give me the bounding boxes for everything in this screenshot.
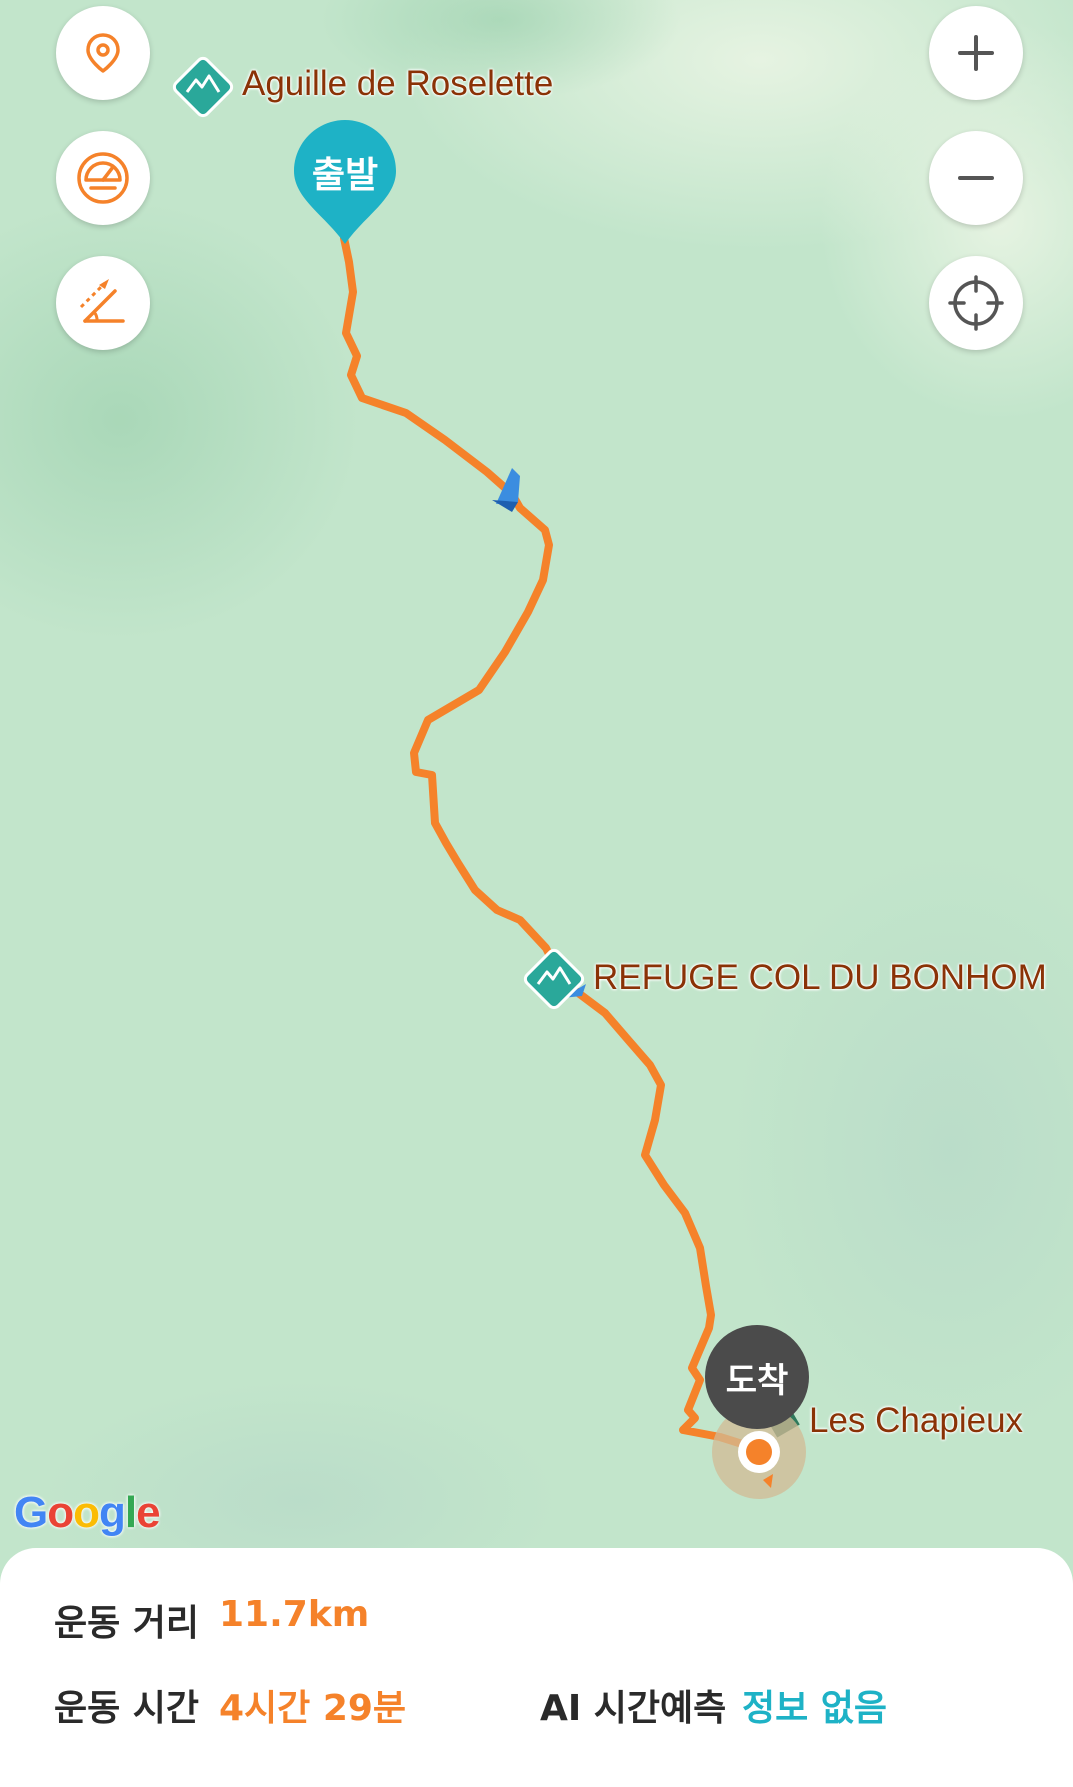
poi-label: Les Chapieux <box>809 1401 1024 1440</box>
plus-icon <box>958 35 994 71</box>
stats-panel: 운동 거리 11.7km 운동 시간 4시간 29분 AI 시간예측 정보 없음 <box>0 1548 1073 1787</box>
location-button[interactable] <box>56 6 150 100</box>
map-view[interactable]: Aguille de Roselette REFUGE COL DU BONHO… <box>0 0 1073 1787</box>
my-location-button[interactable] <box>929 256 1023 350</box>
route-line <box>340 234 759 1452</box>
google-letter: l <box>124 1488 137 1537</box>
time-value: 4시간 29분 <box>219 1688 407 1729</box>
google-letter: G <box>14 1488 48 1537</box>
ai-estimate-value: 정보 없음 <box>742 1688 888 1729</box>
route-layer <box>340 234 759 1452</box>
location-pin-icon <box>86 33 120 73</box>
distance-value: 11.7km <box>219 1594 370 1635</box>
google-letter: g <box>99 1488 126 1537</box>
distance-label: 운동 거리 <box>54 1603 200 1644</box>
speed-button[interactable] <box>56 131 150 225</box>
zoom-in-button[interactable] <box>929 6 1023 100</box>
slope-button[interactable] <box>56 256 150 350</box>
crosshair-icon <box>948 275 1004 331</box>
poi-label: REFUGE COL DU BONHOM <box>593 958 1047 997</box>
speedometer-icon <box>77 152 129 204</box>
ai-estimate-label: AI 시간예측 <box>540 1688 727 1729</box>
poi-label: Aguille de Roselette <box>242 64 554 103</box>
end-marker-label: 도착 <box>725 1360 789 1401</box>
mountain-poi-icon[interactable] <box>170 54 236 120</box>
start-marker-label: 출발 <box>311 155 379 196</box>
zoom-out-button[interactable] <box>929 131 1023 225</box>
slope-icon <box>79 279 125 323</box>
time-label: 운동 시간 <box>54 1688 200 1729</box>
google-letter: e <box>136 1488 161 1537</box>
end-marker[interactable]: 도착 <box>705 1325 809 1429</box>
google-letter: o <box>47 1488 74 1537</box>
google-letter: o <box>73 1488 100 1537</box>
mountain-poi-icon[interactable] <box>521 946 587 1012</box>
minus-icon <box>958 176 994 180</box>
google-logo: Google <box>14 1488 161 1538</box>
direction-arrow-icon <box>492 468 520 512</box>
